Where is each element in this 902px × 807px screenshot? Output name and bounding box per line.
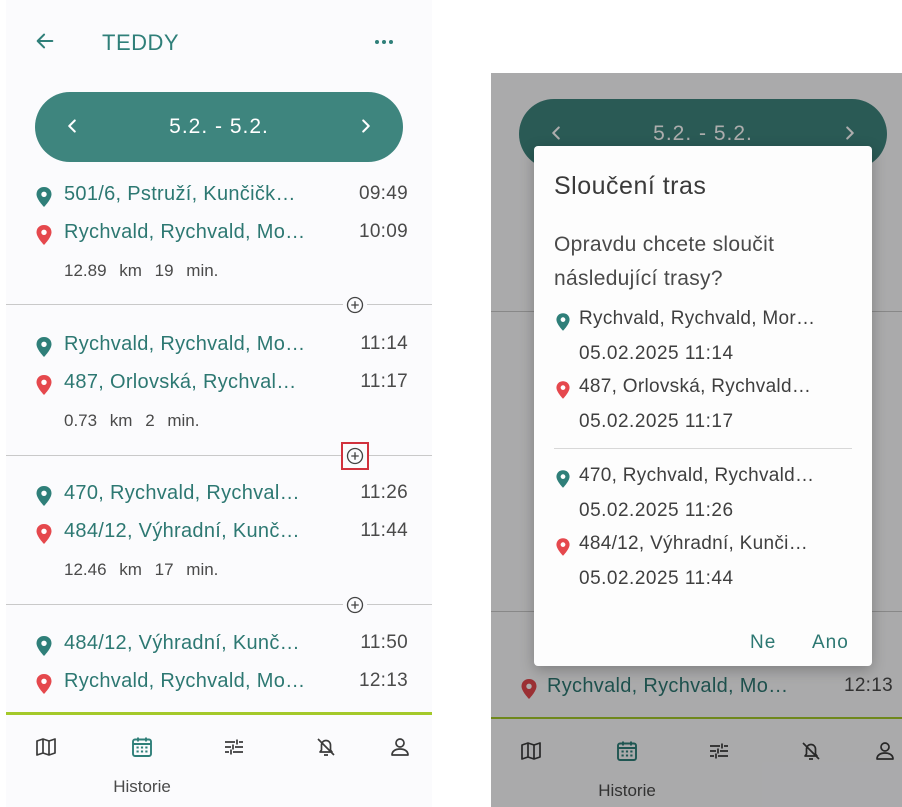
merge-plus-icon[interactable] xyxy=(343,593,367,617)
trip-stats: 12.89 km 19 min. xyxy=(64,261,219,280)
start-location-pin-icon xyxy=(36,486,52,506)
divider xyxy=(6,604,432,605)
trip-end-address: Rychvald, Rychvald, Mo… xyxy=(64,221,306,243)
merge-plus-icon[interactable] xyxy=(341,442,369,470)
app-bar: TEDDY xyxy=(6,0,432,88)
user-icon xyxy=(391,738,409,756)
trip-item[interactable]: Rychvald, Rychvald, Mo… 11:14 487, Orlov… xyxy=(6,333,432,443)
trip-start-address: Rychvald, Rychvald, Mo… xyxy=(64,333,306,355)
nav-item-map[interactable] xyxy=(16,735,76,795)
dialog-title: Sloučení tras xyxy=(554,172,707,200)
nav-item-history[interactable]: Historie xyxy=(112,735,172,796)
sliders-icon xyxy=(225,739,243,755)
cancel-button[interactable]: Ne xyxy=(750,632,776,654)
trip-end-address: 487, Orlovská, Rychval… xyxy=(64,371,297,393)
end-location-pin-icon xyxy=(36,524,52,544)
merge-separator xyxy=(6,593,432,617)
merge-plus-icon[interactable] xyxy=(343,293,367,317)
dialog-trip-end-datetime: 05.02.2025 11:44 xyxy=(579,568,734,589)
trip-start-row: 470, Rychvald, Rychval… 11:26 xyxy=(36,482,408,508)
trip-item[interactable]: 501/6, Pstruží, Kunčičk… 09:49 Rychvald,… xyxy=(6,183,432,293)
calendar-icon xyxy=(132,737,152,757)
arrow-left-icon[interactable] xyxy=(34,30,56,52)
trip-end-time: 10:09 xyxy=(358,221,408,242)
history-screen-merge-dialog: 5.2. - 5.2. Rychvald, Rychvald, Mo… 12:1… xyxy=(491,73,902,807)
dialog-message: Opravdu chcete sloučit následující trasy… xyxy=(554,233,775,290)
bottom-navigation: Historie xyxy=(6,715,432,807)
start-location-pin-icon xyxy=(556,470,570,488)
trip-end-time: 12:13 xyxy=(358,670,408,691)
trip-start-time: 11:26 xyxy=(360,482,408,503)
dialog-trip-end-address: 484/12, Výhradní, Kunči… xyxy=(579,533,809,554)
start-location-pin-icon xyxy=(36,636,52,656)
confirm-button[interactable]: Ano xyxy=(812,632,849,654)
chevron-right-icon[interactable] xyxy=(355,115,377,137)
dialog-trip-end-datetime: 05.02.2025 11:17 xyxy=(579,411,734,432)
trip-end-row: Rychvald, Rychvald, Mo… 10:09 xyxy=(36,221,408,247)
trip-end-row: 484/12, Výhradní, Kunč… 11:44 xyxy=(36,520,408,546)
end-location-pin-icon xyxy=(36,225,52,245)
alarm-off-icon xyxy=(317,738,335,756)
dialog-trip-start-address: 470, Rychvald, Rychvald… xyxy=(579,465,815,486)
trip-end-time: 11:17 xyxy=(360,371,408,392)
trip-end-time: 11:44 xyxy=(360,520,408,541)
end-location-pin-icon xyxy=(36,674,52,694)
trip-end-row: Rychvald, Rychvald, Mo… 12:13 xyxy=(36,670,408,696)
trip-end-row: 487, Orlovská, Rychval… 11:17 xyxy=(36,371,408,397)
trip-start-row: 501/6, Pstruží, Kunčičk… 09:49 xyxy=(36,183,408,209)
dialog-trip-b: 470, Rychvald, Rychvald… 05.02.2025 11:2… xyxy=(556,465,856,615)
trip-stats: 12.46 km 17 min. xyxy=(64,560,219,579)
trip-start-time: 09:49 xyxy=(358,183,408,204)
end-location-pin-icon xyxy=(556,381,570,399)
end-location-pin-icon xyxy=(556,538,570,556)
divider xyxy=(6,455,432,456)
start-location-pin-icon xyxy=(36,187,52,207)
trip-start-address: 470, Rychvald, Rychval… xyxy=(64,482,300,504)
trip-start-row: Rychvald, Rychvald, Mo… 11:14 xyxy=(36,333,408,359)
more-horizontal-icon[interactable] xyxy=(372,32,396,52)
map-icon xyxy=(36,738,56,756)
trip-start-address: 484/12, Výhradní, Kunč… xyxy=(64,632,300,654)
date-range-label: 5.2. - 5.2. xyxy=(169,115,269,138)
history-screen: TEDDY 5.2. - 5.2. 501/6, Pstruží, Kunčič… xyxy=(6,0,432,807)
trip-start-row: 484/12, Výhradní, Kunč… 11:50 xyxy=(36,632,408,658)
trip-item[interactable]: 470, Rychvald, Rychval… 11:26 484/12, Vý… xyxy=(6,482,432,592)
dialog-trip-start-address: Rychvald, Rychvald, Mor… xyxy=(579,308,816,329)
start-location-pin-icon xyxy=(556,313,570,331)
nav-item-label: Historie xyxy=(113,777,171,796)
trip-end-address: Rychvald, Rychvald, Mo… xyxy=(64,670,306,692)
trip-stats: 0.73 km 2 min. xyxy=(64,411,200,430)
nav-item-profile[interactable] xyxy=(370,735,430,795)
date-range-selector: 5.2. - 5.2. xyxy=(35,92,403,162)
merge-trips-dialog: Sloučení tras Opravdu chcete sloučit nás… xyxy=(534,146,872,666)
divider xyxy=(6,304,432,305)
nav-item-alarms[interactable] xyxy=(296,735,356,795)
trip-start-time: 11:14 xyxy=(360,333,408,354)
trip-start-time: 11:50 xyxy=(360,632,408,653)
trip-end-address: 484/12, Výhradní, Kunč… xyxy=(64,520,300,542)
nav-item-settings[interactable] xyxy=(204,735,264,795)
dialog-divider xyxy=(554,448,852,449)
dialog-trip-a: Rychvald, Rychvald, Mor… 05.02.2025 11:1… xyxy=(556,308,856,458)
end-location-pin-icon xyxy=(36,375,52,395)
dialog-trip-end-address: 487, Orlovská, Rychvald… xyxy=(579,376,812,397)
dialog-trip-start-datetime: 05.02.2025 11:26 xyxy=(579,500,734,521)
page-title: TEDDY xyxy=(102,30,180,55)
merge-separator xyxy=(6,442,432,470)
start-location-pin-icon xyxy=(36,337,52,357)
merge-separator xyxy=(6,293,432,317)
dialog-trip-start-datetime: 05.02.2025 11:14 xyxy=(579,343,734,364)
trip-start-address: 501/6, Pstruží, Kunčičk… xyxy=(64,183,296,205)
